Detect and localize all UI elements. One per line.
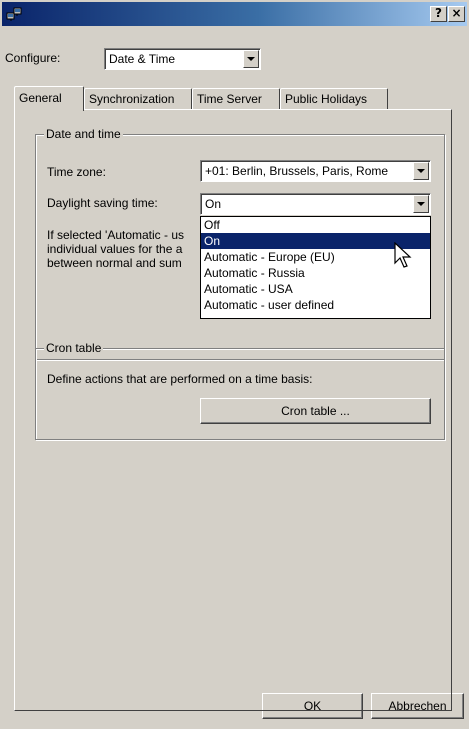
dst-option-automatic-user-defined[interactable]: Automatic - user defined bbox=[201, 297, 430, 313]
dst-label: Daylight saving time: bbox=[47, 196, 158, 210]
help-button[interactable]: ? bbox=[430, 6, 447, 22]
dst-select[interactable]: On bbox=[200, 193, 431, 215]
cron-description: Define actions that are performed on a t… bbox=[47, 372, 313, 386]
timezone-label: Time zone: bbox=[47, 165, 106, 179]
tab-time-server-label: Time Server bbox=[197, 92, 262, 106]
dst-option-off[interactable]: Off bbox=[201, 217, 430, 233]
cron-table-group-title: Cron table bbox=[44, 341, 104, 355]
dst-option-automatic-usa[interactable]: Automatic - USA bbox=[201, 281, 430, 297]
cron-table-group bbox=[35, 348, 445, 440]
tab-synchronization-label: Synchronization bbox=[89, 92, 175, 106]
mouse-pointer-icon bbox=[394, 242, 412, 268]
close-button[interactable]: × bbox=[448, 6, 465, 22]
dst-select-value: On bbox=[205, 197, 222, 211]
tab-general-label: General bbox=[19, 91, 62, 105]
cron-table-button[interactable]: Cron table ... bbox=[200, 398, 431, 424]
configure-select[interactable]: Date & Time bbox=[104, 48, 261, 70]
dst-info-line-3: between normal and sum bbox=[47, 256, 182, 270]
chevron-down-icon[interactable] bbox=[243, 50, 259, 68]
dst-info-line-2: individual values for the a bbox=[47, 242, 183, 256]
dialog-window: ? × Configure: Date & Time General Synch… bbox=[0, 0, 469, 729]
title-bar[interactable]: ? × bbox=[2, 2, 467, 26]
network-icon bbox=[6, 7, 22, 21]
tab-synchronization[interactable]: Synchronization bbox=[84, 88, 192, 110]
dst-info-line-1: If selected 'Automatic - us bbox=[47, 228, 185, 242]
configure-select-value: Date & Time bbox=[109, 52, 176, 66]
tab-public-holidays[interactable]: Public Holidays bbox=[280, 88, 388, 110]
configure-label: Configure: bbox=[5, 51, 61, 65]
tab-time-server[interactable]: Time Server bbox=[192, 88, 280, 110]
chevron-down-icon[interactable] bbox=[413, 162, 429, 180]
tab-public-holidays-label: Public Holidays bbox=[285, 92, 368, 106]
tab-general[interactable]: General bbox=[14, 86, 84, 111]
date-time-group-title: Date and time bbox=[44, 127, 123, 141]
timezone-select[interactable]: +01: Berlin, Brussels, Paris, Rome bbox=[200, 160, 431, 182]
timezone-select-value: +01: Berlin, Brussels, Paris, Rome bbox=[205, 164, 389, 178]
chevron-down-icon[interactable] bbox=[413, 195, 429, 213]
